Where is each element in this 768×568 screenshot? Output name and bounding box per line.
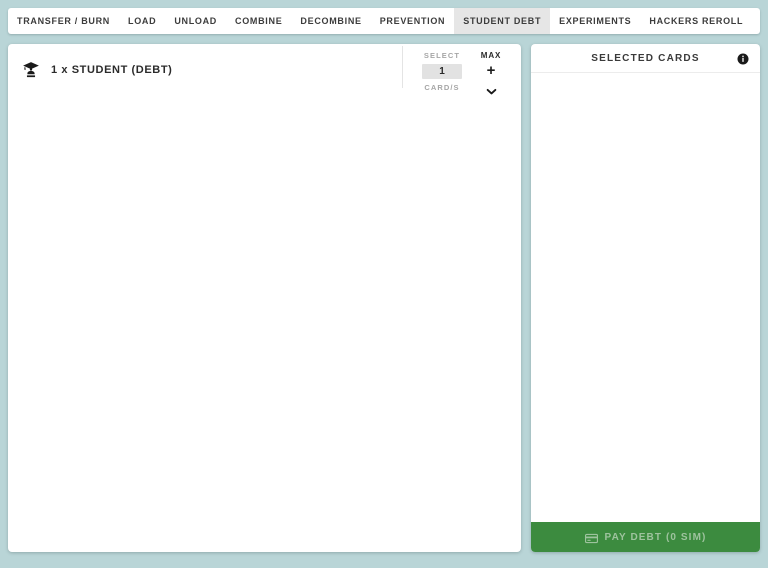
select-caption: SELECT [423,51,461,60]
max-caption: MAX [480,51,502,60]
selected-cards-list [531,73,760,522]
select-group: SELECT CARD/S [411,52,473,91]
quantity-input[interactable] [422,63,462,79]
selected-cards-header: SELECTED CARDS [531,44,760,73]
tab-unload[interactable]: UNLOAD [165,8,226,34]
increment-plus-icon[interactable]: + [487,63,496,78]
tab-load[interactable]: LOAD [119,8,165,34]
card-list-panel: 1 x STUDENT (DEBT) SELECT CARD/S MAX + [8,44,521,552]
pay-debt-label: PAY DEBT (0 SIM) [604,531,707,543]
tab-prevention[interactable]: PREVENTION [371,8,455,34]
tab-decombine[interactable]: DECOMBINE [291,8,370,34]
tab-hackers-reroll[interactable]: HACKERS REROLL [640,8,752,34]
select-unit-label: CARD/S [424,82,460,92]
tab-transfer-burn[interactable]: TRANSFER / BURN [8,8,119,34]
tab-bar: TRANSFER / BURN LOAD UNLOAD COMBINE DECO… [8,8,760,34]
info-icon[interactable] [737,52,749,65]
credit-card-icon [584,532,598,543]
panel-title: SELECTED CARDS [591,52,700,64]
pay-debt-button[interactable]: PAY DEBT (0 SIM) [531,522,760,552]
table-row[interactable]: 1 x STUDENT (DEBT) SELECT CARD/S MAX + [8,44,521,97]
card-row-main: 1 x STUDENT (DEBT) [8,44,402,96]
tab-combine[interactable]: COMBINE [226,8,291,34]
max-group: MAX + [473,52,509,100]
student-graduation-cap-icon [22,61,40,79]
card-quantity-controls: SELECT CARD/S MAX + [402,46,521,95]
tab-student-debt[interactable]: STUDENT DEBT [454,8,551,34]
card-label: 1 x STUDENT (DEBT) [51,64,173,76]
app-root: TRANSFER / BURN LOAD UNLOAD COMBINE DECO… [0,0,768,568]
tab-experiments[interactable]: EXPERIMENTS [550,8,640,34]
chevron-down-icon[interactable] [486,82,497,100]
selected-cards-panel: SELECTED CARDS PAY DEBT (0 SIM) [531,44,760,552]
